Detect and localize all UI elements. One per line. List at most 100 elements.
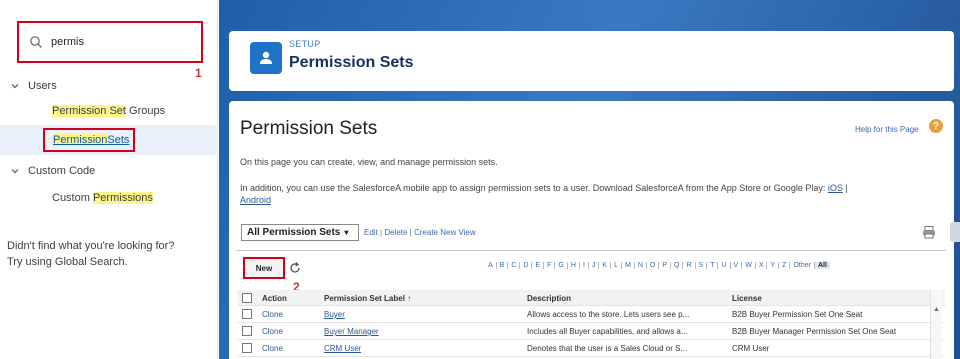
new-button[interactable]: New (243, 257, 285, 279)
alpha-filter-r[interactable]: R (683, 262, 696, 269)
search-highlight: Permissions (92, 192, 153, 204)
chevron-down-icon (11, 84, 19, 89)
table-header-row: Action Permission Set Label ↑ Descriptio… (237, 290, 945, 306)
callout-number-1: 1 (195, 66, 202, 80)
alpha-filter-e[interactable]: E (532, 262, 545, 269)
sidebar-item-permission-set-groups[interactable]: Permission Set Groups (52, 105, 165, 117)
android-link[interactable]: Android (240, 195, 271, 205)
sidebar-item-permission-sets[interactable]: Permission Sets (43, 128, 135, 152)
search-highlight: Permission (53, 134, 108, 146)
search-highlight: Permission Set (52, 105, 126, 117)
ios-link[interactable]: iOS (828, 183, 843, 193)
sidebar-item-label: Groups (125, 105, 166, 117)
clone-link[interactable]: Clone (262, 327, 283, 336)
sidebar-item-label: Custom (52, 192, 93, 204)
global-search-hint: Didn't find what you're looking for? Try… (7, 238, 212, 270)
alpha-filter-other[interactable]: Other (790, 262, 815, 269)
alpha-filter-n[interactable]: N (635, 262, 647, 269)
search-input[interactable] (51, 36, 181, 48)
create-new-view-link[interactable]: Create New View (414, 228, 476, 237)
permission-set-link[interactable]: Buyer Manager (324, 327, 379, 336)
hint-line-2: Try using Global Search. (7, 256, 128, 268)
list-view-select[interactable]: All Permission Sets ▾ (241, 224, 359, 241)
nav-section-users-label: Users (28, 80, 57, 92)
sidebar-item-label: Sets (107, 134, 130, 146)
alpha-filter-u[interactable]: U (718, 262, 731, 269)
table-row: Clone CRM User Denotes that the user is … (237, 340, 945, 357)
alpha-filter-a[interactable]: A (485, 262, 497, 269)
delete-view-link[interactable]: Delete (384, 228, 407, 237)
chevron-down-icon: ▾ (344, 228, 349, 237)
description-line-1: On this page you can create, view, and m… (240, 157, 498, 167)
alpha-filter-m[interactable]: M (622, 262, 635, 269)
alpha-filter-v[interactable]: V (731, 262, 743, 269)
table-row: Clone Buyer Allows access to the store. … (237, 306, 945, 323)
sidebar-item-custom-permissions[interactable]: Custom Permissions (52, 192, 153, 204)
alpha-filter-i[interactable]: I (580, 262, 589, 269)
user-icon (250, 42, 282, 74)
nav-section-custom-code-label: Custom Code (28, 165, 96, 177)
search-icon (30, 36, 42, 48)
table-scrollbar[interactable] (930, 290, 942, 359)
row-license: B2B Buyer Permission Set One Seat (732, 310, 863, 319)
printer-icon[interactable] (922, 225, 936, 239)
clone-link[interactable]: Clone (262, 344, 283, 353)
side-panel-tab[interactable] (950, 222, 960, 242)
alpha-filter-f[interactable]: F (544, 262, 556, 269)
chevron-down-icon (11, 169, 19, 174)
alpha-filter-k[interactable]: K (599, 262, 612, 269)
permission-set-link[interactable]: CRM User (324, 344, 361, 353)
permission-sets-table: Action Permission Set Label ↑ Descriptio… (237, 290, 945, 357)
description-line-2: In addition, you can use the SalesforceA… (240, 183, 848, 193)
alpha-filter-p[interactable]: P (659, 262, 671, 269)
hint-line-1: Didn't find what you're looking for? (7, 240, 175, 252)
alpha-filter-x[interactable]: X (756, 262, 768, 269)
list-page-title: Permission Sets (240, 118, 378, 139)
list-view-selected-value: All Permission Sets (247, 227, 341, 238)
nav-section-custom-code[interactable]: Custom Code (10, 165, 95, 177)
permission-set-link[interactable]: Buyer (324, 310, 345, 319)
row-checkbox[interactable] (242, 343, 252, 353)
help-for-page-link[interactable]: Help for this Page (855, 125, 919, 134)
clone-link[interactable]: Clone (262, 310, 283, 319)
row-checkbox[interactable] (242, 326, 252, 336)
alpha-filter-h[interactable]: H (568, 262, 580, 269)
alpha-filter-b[interactable]: B (497, 262, 509, 269)
nav-section-users[interactable]: Users (10, 80, 57, 92)
alphabet-filter: A B C D E F G H I J K L M N O P Q R S T U V W X Y Z Other All (485, 262, 830, 269)
alpha-filter-j[interactable]: J (589, 262, 600, 269)
row-checkbox[interactable] (242, 309, 252, 319)
row-description: Denotes that the user is a Sales Cloud o… (527, 344, 688, 353)
alpha-filter-s[interactable]: S (696, 262, 708, 269)
select-all-checkbox[interactable] (242, 293, 252, 303)
edit-view-link[interactable]: Edit (364, 228, 378, 237)
alpha-filter-w[interactable]: W (742, 262, 756, 269)
column-header-action: Action (262, 294, 287, 303)
column-header-license[interactable]: License (732, 294, 937, 303)
column-header-label[interactable]: Permission Set Label ↑ (324, 294, 411, 303)
alpha-filter-g[interactable]: G (555, 262, 568, 269)
description-text: In addition, you can use the SalesforceA… (240, 183, 828, 193)
row-license: B2B Buyer Manager Permission Set One Sea… (732, 327, 897, 336)
alpha-filter-l[interactable]: L (611, 262, 622, 269)
row-description: Allows access to the store. Lets users s… (527, 310, 690, 319)
alpha-filter-c[interactable]: C (508, 262, 521, 269)
row-license: CRM User (732, 344, 770, 353)
link-separator: | (842, 183, 848, 193)
row-description: Includes all Buyer capabilities, and all… (527, 327, 688, 336)
alpha-filter-y[interactable]: Y (767, 262, 780, 269)
column-header-description[interactable]: Description (527, 294, 722, 303)
quick-find-search[interactable] (17, 21, 203, 63)
alpha-filter-all[interactable]: All (814, 262, 830, 269)
page-title: Permission Sets (289, 54, 414, 71)
alpha-filter-o[interactable]: O (647, 262, 660, 269)
refresh-icon[interactable] (288, 261, 302, 275)
alpha-filter-q[interactable]: Q (671, 262, 684, 269)
setup-sidebar: Users Permission Set Groups Permission S… (0, 0, 218, 359)
header-eyebrow: SETUP (289, 39, 321, 49)
alpha-filter-d[interactable]: D (520, 262, 533, 269)
help-icon[interactable]: ? (929, 119, 943, 133)
alpha-filter-z[interactable]: Z (779, 262, 791, 269)
scroll-up-arrow-icon[interactable]: ▲ (933, 306, 940, 313)
alpha-filter-t[interactable]: T (707, 262, 719, 269)
